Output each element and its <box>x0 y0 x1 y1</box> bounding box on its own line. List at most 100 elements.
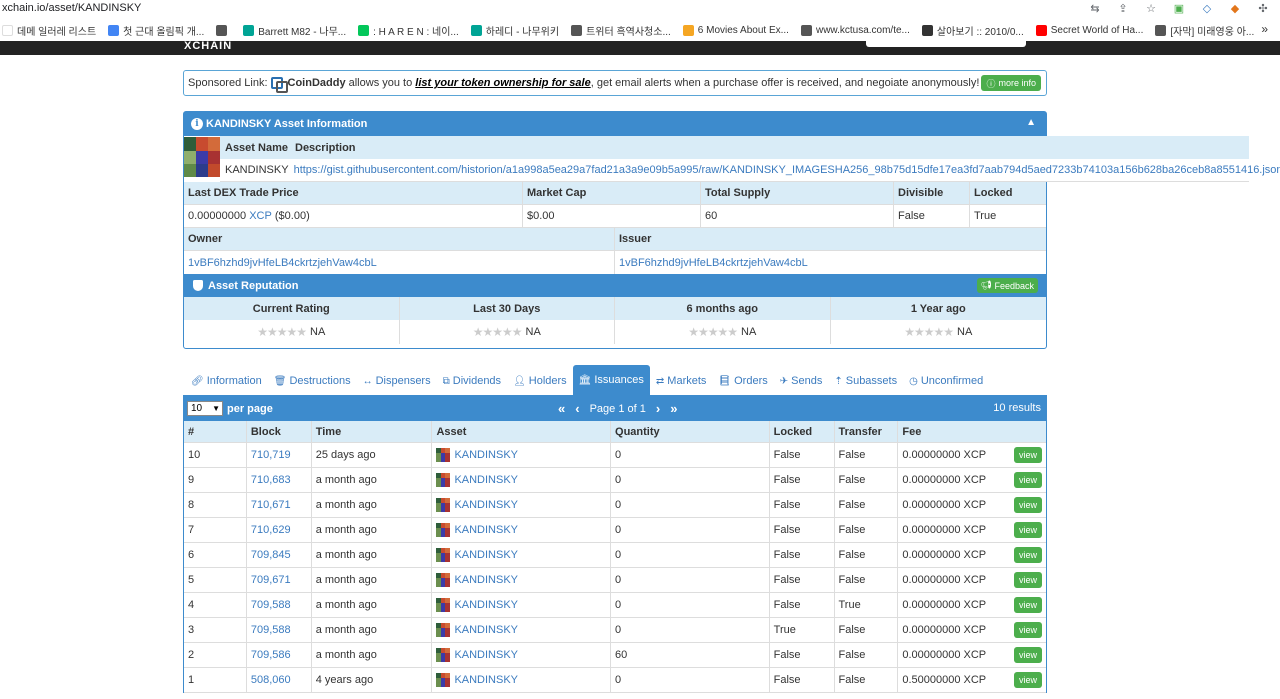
view-button[interactable]: view <box>1014 572 1043 588</box>
block-link[interactable]: 710,671 <box>251 499 291 511</box>
table-row: 6 709,845 a month ago KANDINSKY 0 False False 0… <box>184 543 1046 568</box>
transfer-cell: False <box>835 518 899 542</box>
owner-issuer-row: 1vBF6hzhd9jvHfeLB4ckrtzjehVaw4cbL 1vBF6h… <box>184 251 1046 274</box>
owner-address-link[interactable]: 1vBF6hzhd9jvHfeLB4ckrtzjehVaw4cbL <box>188 257 377 269</box>
bookmark-item[interactable]: 6 Movies About Ex... <box>682 25 789 36</box>
view-button[interactable]: view <box>1014 622 1043 638</box>
view-button[interactable]: view <box>1014 547 1043 563</box>
tab-dispensers[interactable]: ↔ Dispensers <box>357 367 437 395</box>
asset-link[interactable]: KANDINSKY <box>454 624 518 636</box>
bookmark-item[interactable]: [자막] 미래영웅 아... <box>1155 23 1254 38</box>
block-link[interactable]: 709,586 <box>251 649 291 661</box>
time-cell: 4 years ago <box>312 668 433 692</box>
bookmark-item[interactable]: : H A R E N : 네이... <box>358 23 459 38</box>
asset-link[interactable]: KANDINSKY <box>454 474 518 486</box>
feedback-button[interactable]: 📢︎ Feedback <box>976 278 1038 293</box>
view-button[interactable]: view <box>1014 672 1043 688</box>
site-logo[interactable]: XCHAIN <box>184 41 232 52</box>
asset-link[interactable]: KANDINSKY <box>454 499 518 511</box>
tab-issuances[interactable]: 🏛︎ Issuances <box>572 365 650 395</box>
tab-destructions[interactable]: 🗑︎ Destructions <box>268 367 357 395</box>
block-link[interactable]: 709,588 <box>251 624 291 636</box>
block-link[interactable]: 508,060 <box>251 674 291 686</box>
asset-link[interactable]: KANDINSKY <box>454 524 518 536</box>
asset-link[interactable]: KANDINSKY <box>454 649 518 661</box>
view-button[interactable]: view <box>1014 472 1043 488</box>
tab-orders[interactable]: 📘︎ Orders <box>712 367 773 395</box>
bookmark-item[interactable]: 살아보기 :: 2010/0... <box>921 23 1024 38</box>
address-bar[interactable]: xchain.io/asset/KANDINSKY <box>2 2 141 14</box>
site-search-input[interactable] <box>866 41 1026 47</box>
bookmark-item[interactable]: 첫 근대 올림픽 개... <box>108 23 204 38</box>
issuer-address-link[interactable]: 1vBF6hzhd9jvHfeLB4ckrtzjehVaw4cbL <box>619 257 808 269</box>
translate-icon[interactable]: ⇆ <box>1088 2 1102 15</box>
tab-markets[interactable]: ⇄ Markets <box>650 367 713 395</box>
asset-name-header: Asset Name <box>225 141 288 154</box>
bookmark-item[interactable]: 하레디 - 나무위키 <box>470 23 559 38</box>
tab-holders[interactable]: 👤︎ Holders <box>507 367 573 395</box>
view-button[interactable]: view <box>1014 497 1043 513</box>
tab-information[interactable]: 🔗︎ Information <box>185 367 268 395</box>
locked-cell: False <box>770 468 835 492</box>
next-page-icon[interactable]: › <box>656 401 660 416</box>
reputation-value: ★★★★★ NA <box>831 320 1047 344</box>
bookmark-item[interactable]: www.kctusa.com/te... <box>800 25 910 36</box>
bookmark-item[interactable]: Barrett M82 - 나무... <box>243 23 346 38</box>
block-link[interactable]: 709,845 <box>251 549 291 561</box>
quantity-cell: 0 <box>611 443 770 467</box>
asset-link[interactable]: KANDINSKY <box>454 599 518 611</box>
tab-label: Orders <box>734 375 768 387</box>
block-link[interactable]: 710,683 <box>251 474 291 486</box>
share-icon[interactable]: ⇪ <box>1116 2 1130 15</box>
price-amount: 0.00000000 <box>188 210 247 222</box>
per-page-select[interactable]: 10 ▼ <box>187 401 223 416</box>
view-button[interactable]: view <box>1014 597 1043 613</box>
puzzle-icon[interactable]: ✣ <box>1256 2 1270 15</box>
first-page-icon[interactable]: « <box>558 401 565 416</box>
tab-unconfirmed[interactable]: ◷ Unconfirmed <box>903 367 989 395</box>
book-icon: 📘︎ <box>718 375 732 387</box>
asset-link[interactable]: KANDINSKY <box>454 549 518 561</box>
bookmark-star-icon[interactable]: ☆ <box>1144 2 1158 15</box>
asset-link[interactable]: KANDINSKY <box>454 674 518 686</box>
view-button[interactable]: view <box>1014 647 1043 663</box>
block-link[interactable]: 710,719 <box>251 449 291 461</box>
sponsor-link[interactable]: list your token ownership for sale <box>415 77 590 89</box>
chevron-up-icon[interactable]: ▲ <box>1026 117 1036 128</box>
extension-icon[interactable]: ▣ <box>1172 2 1186 15</box>
tab-sends[interactable]: ✈ Sends <box>774 367 829 395</box>
reputation-value: ★★★★★ NA <box>184 320 399 344</box>
block-link[interactable]: 710,629 <box>251 524 291 536</box>
asset-link[interactable]: KANDINSKY <box>454 449 518 461</box>
quantity-cell: 0 <box>611 543 770 567</box>
xcp-link[interactable]: XCP <box>249 210 272 222</box>
asset-info-header[interactable]: i KANDINSKY Asset Information ▲ <box>184 112 1046 136</box>
bookmark-label: Barrett M82 - 나무... <box>258 27 347 38</box>
prev-page-icon[interactable]: ‹ <box>575 401 579 416</box>
bookmark-label: [자막] 미래영웅 아... <box>1170 27 1255 38</box>
block-link[interactable]: 709,588 <box>251 599 291 611</box>
view-button[interactable]: view <box>1014 447 1043 463</box>
fee-cell: 0.00000000 XCP <box>902 474 987 486</box>
browser-toolbar-icons: ⇆ ⇪ ☆ ▣ ◇ ◆ ✣ <box>1088 2 1270 15</box>
bank-icon: 🏛︎ <box>578 374 592 386</box>
bookmark-item[interactable] <box>216 25 231 36</box>
tab-dividends[interactable]: ⧉ Dividends <box>437 367 507 395</box>
last-page-icon[interactable]: » <box>670 401 677 416</box>
bookmark-item[interactable]: Secret World of Ha... <box>1035 25 1143 36</box>
more-info-button[interactable]: ⓘ more info <box>981 75 1041 91</box>
rating-stars-icon: ★★★★★ <box>472 325 523 339</box>
bookmark-item[interactable]: 데메 일러레 리스트 <box>2 23 96 38</box>
shield-icon <box>193 280 203 291</box>
description-link[interactable]: https://gist.githubusercontent.com/histo… <box>294 164 1280 176</box>
extension-icon[interactable]: ◇ <box>1200 2 1214 15</box>
metamask-icon[interactable]: ◆ <box>1228 2 1242 15</box>
bookmark-item[interactable]: 트위터 흑역사청소... <box>571 23 671 38</box>
tab-label: Holders <box>528 375 567 387</box>
fee-cell: 0.00000000 XCP <box>902 599 987 611</box>
tab-subassets[interactable]: ⇡ Subassets <box>828 367 903 395</box>
view-button[interactable]: view <box>1014 522 1043 538</box>
asset-link[interactable]: KANDINSKY <box>454 574 518 586</box>
block-link[interactable]: 709,671 <box>251 574 291 586</box>
bookmarks-overflow-icon[interactable]: » <box>1261 22 1268 36</box>
